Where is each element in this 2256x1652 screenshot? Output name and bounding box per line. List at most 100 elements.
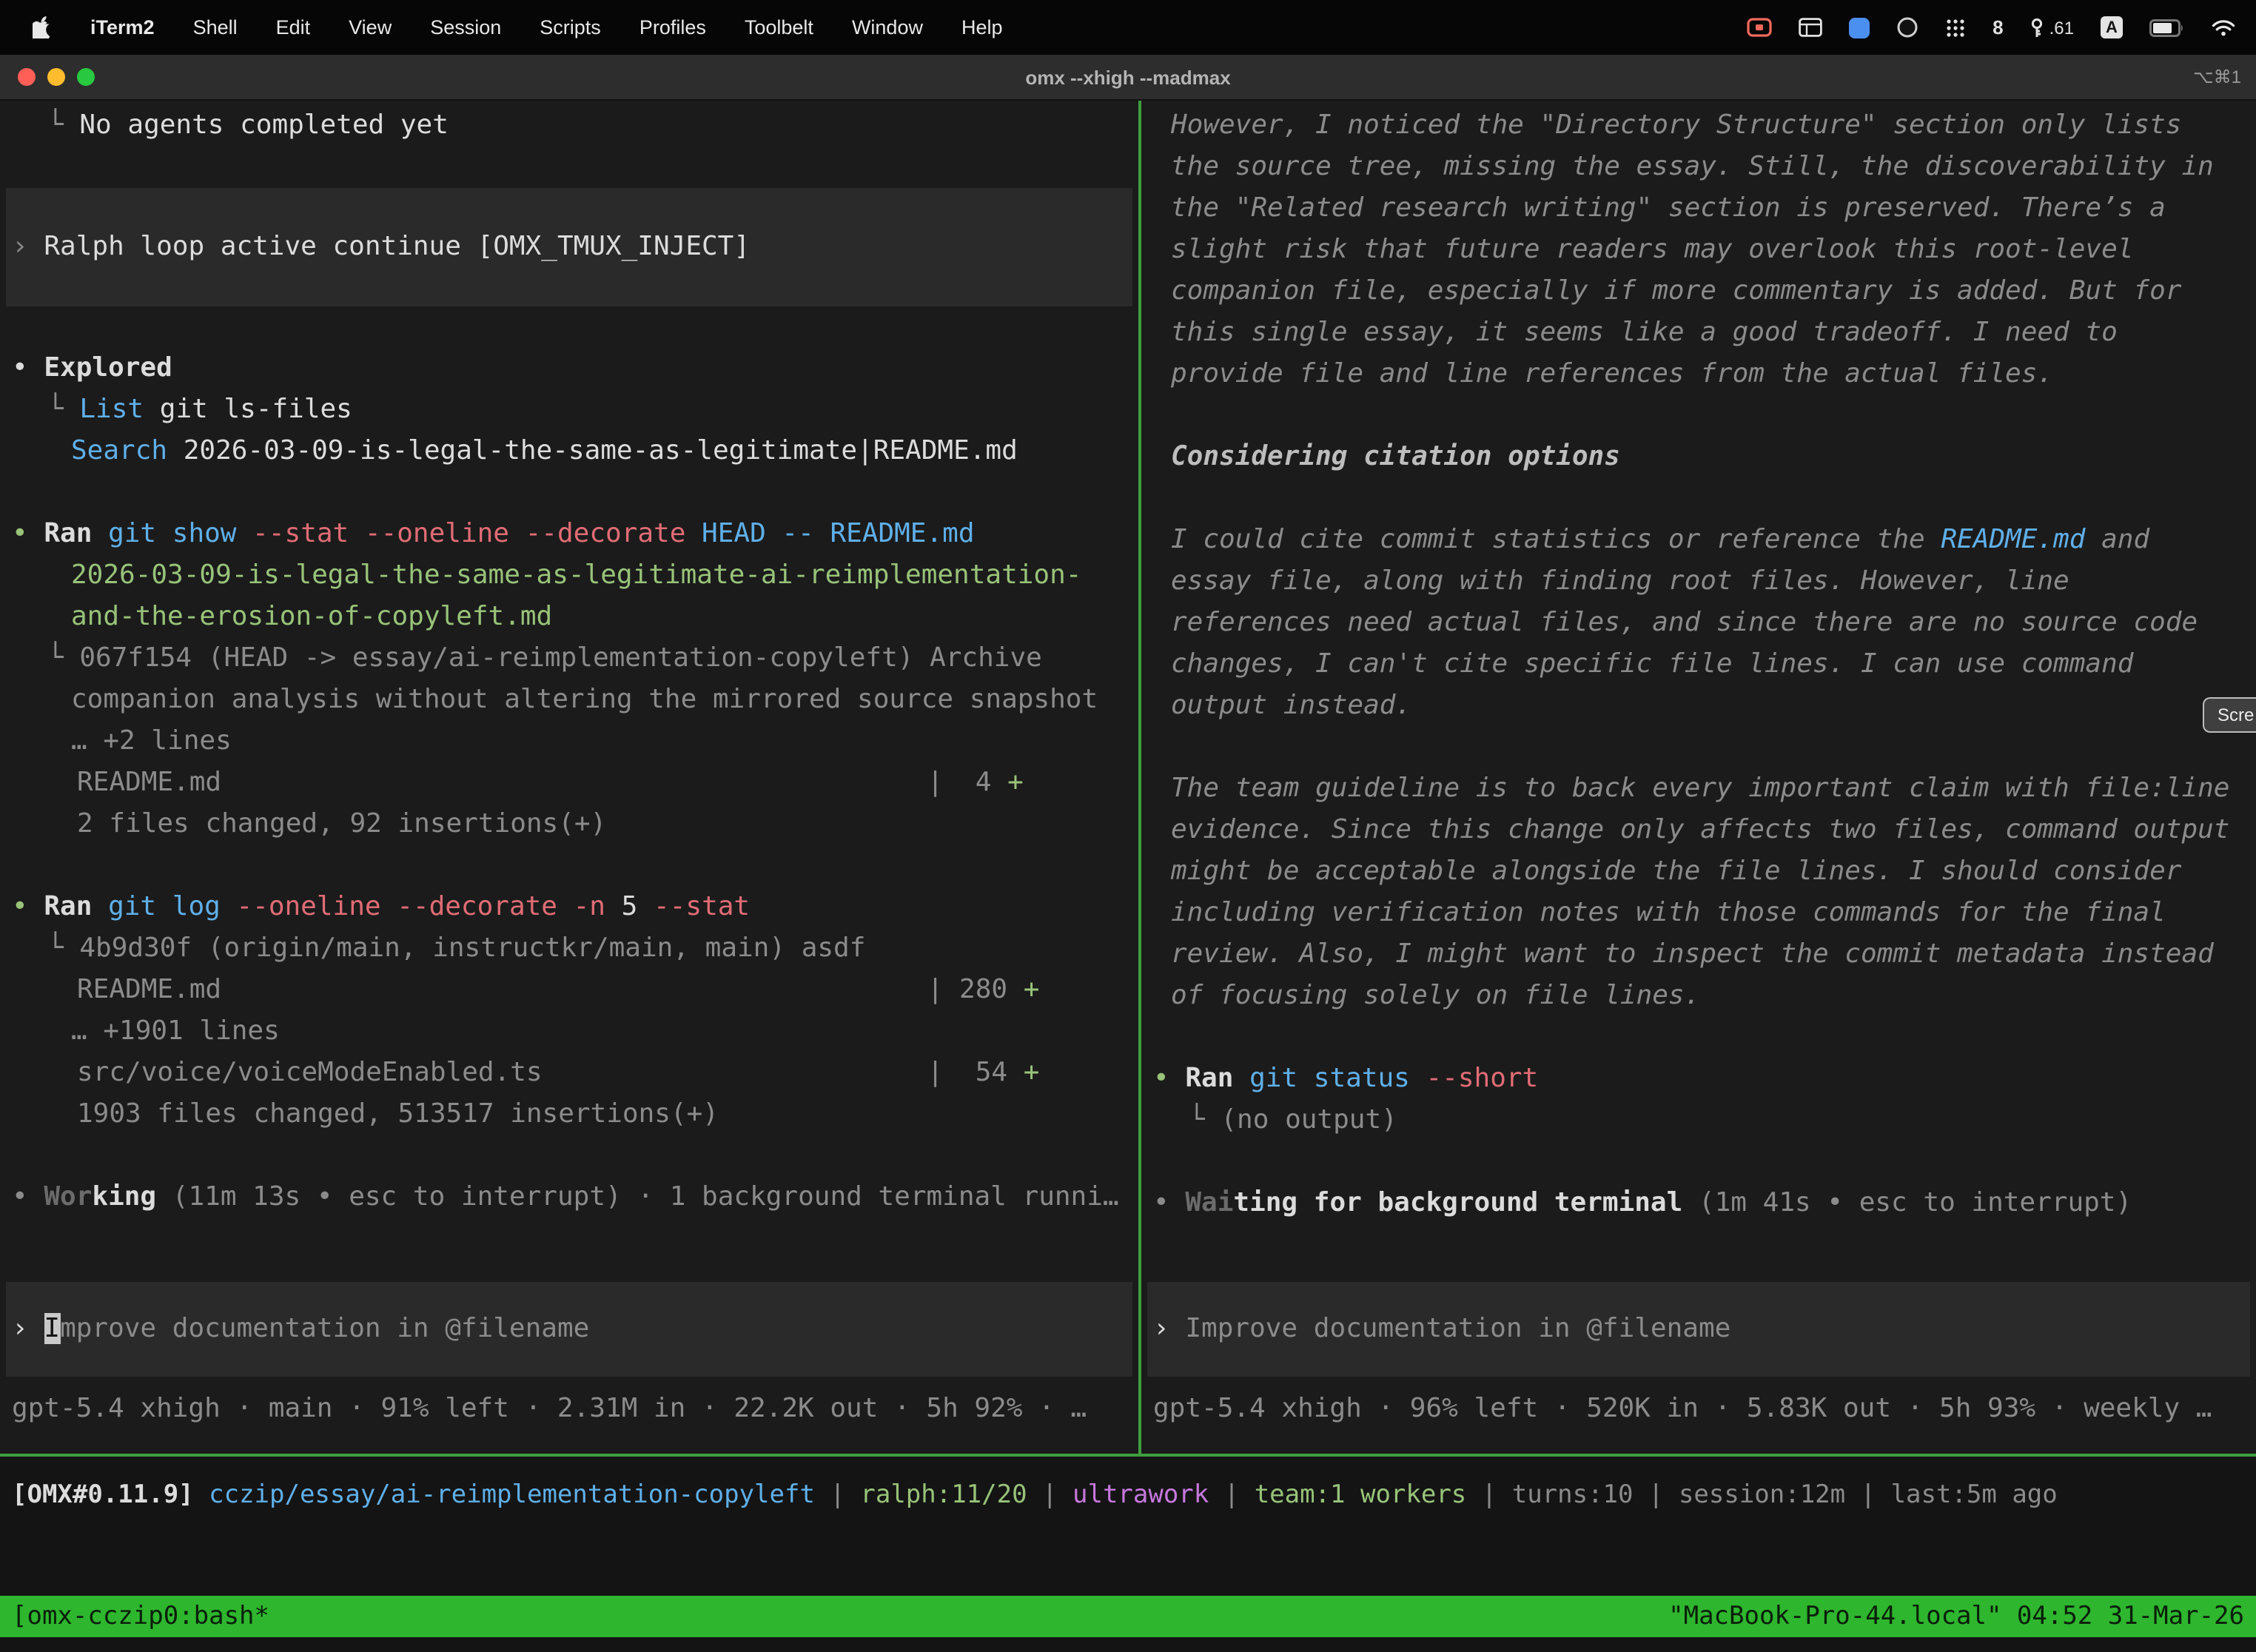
text-segment: Ran [44, 891, 92, 922]
terminal-line: … +2 lines [0, 721, 1138, 762]
blank-line [1141, 727, 2256, 768]
text-segment: src/voice/voiceModeEnabled.ts | 54 [77, 1057, 1024, 1088]
menu-item-iterm2[interactable]: iTerm2 [90, 16, 155, 38]
terminal-line: companion file, especially if more comme… [1141, 271, 2256, 312]
terminal-line: provide file and line references from th… [1141, 354, 2256, 395]
prompt-input-box[interactable]: › Improve documentation in @filename [1147, 1282, 2250, 1377]
text-segment: + [1024, 974, 1040, 1005]
terminal: └ No agents completed yet › Ralph loop ac… [0, 101, 2256, 1652]
text-segment: git log [92, 891, 220, 922]
key-icon[interactable]: .61 [2030, 17, 2074, 38]
terminal-line: • Ran git show --stat --oneline --decora… [0, 514, 1138, 555]
prompt-input-box[interactable]: › Improve documentation in @filename [6, 1282, 1132, 1377]
dark-circle-icon[interactable] [1896, 16, 1918, 38]
text-segment: Ralph loop active continue [OMX_TMUX_INJ… [44, 231, 750, 262]
wifi-icon[interactable] [2212, 19, 2235, 36]
text-segment: --stat [637, 891, 750, 922]
battery-icon[interactable] [2149, 19, 2185, 36]
text-segment: last:5m ago [1891, 1480, 2058, 1510]
terminal-line: the "Related research writing" section i… [1141, 188, 2256, 229]
text-segment: cczip/essay/ai-reimplementation-copyleft [209, 1480, 815, 1510]
blue-app-icon[interactable] [1849, 17, 1870, 38]
window-grid-icon[interactable] [1799, 18, 1822, 37]
left-agent-pane[interactable]: └ No agents completed yet › Ralph loop ac… [0, 101, 1138, 1454]
text-segment: Improve documentation in @filename [1185, 1313, 1730, 1344]
text-segment: gpt-5.4 xhigh · main · 91% left · 2.31M … [12, 1393, 1087, 1424]
menu-item-edit[interactable]: Edit [276, 16, 311, 38]
terminal-line: essay file, along with finding root file… [1141, 561, 2256, 602]
text-segment: slight risk that future readers may over… [1171, 234, 2133, 265]
text-segment: --short [1410, 1063, 1538, 1094]
terminal-line: • Explored [0, 348, 1138, 389]
text-segment: companion analysis without altering the … [71, 684, 1098, 715]
menu-bar-left: iTerm2 Shell Edit View Session Scripts P… [0, 16, 1003, 38]
text-segment: (no output) [1221, 1104, 1397, 1135]
terminal-line: and-the-erosion-of-copyleft.md [0, 597, 1138, 638]
menu-item-scripts[interactable]: Scripts [540, 16, 601, 38]
text-segment: › [12, 1313, 44, 1344]
menu-item-help[interactable]: Help [961, 16, 1003, 38]
terminal-line: evidence. Since this change only affects… [1141, 810, 2256, 851]
prompt-input-box[interactable]: › Ralph loop active continue [OMX_TMUX_I… [6, 188, 1132, 306]
text-segment: turns:10 [1512, 1480, 1634, 1510]
window-title-bar[interactable]: omx --xhigh --madmax ⌥⌘1 [0, 55, 2256, 101]
menu-item-profiles[interactable]: Profiles [639, 16, 706, 38]
text-segment: Wor [44, 1181, 92, 1212]
terminal-line: of focusing solely on file lines. [1141, 976, 2256, 1017]
text-segment: 4b9d30f (origin/main, instructkr/main, m… [79, 933, 865, 964]
text-segment: 1903 files changed, 513517 insertions(+) [77, 1098, 719, 1129]
terminal-line: 2026-03-09-is-legal-the-same-as-legitima… [0, 555, 1138, 597]
input-source-icon[interactable]: A [2101, 16, 2123, 38]
text-segment: Wai [1185, 1187, 1233, 1218]
apple-menu-icon[interactable] [33, 16, 52, 38]
menu-item-window[interactable]: Window [852, 16, 923, 38]
text-segment: 067f154 (HEAD -> essay/ai-reimplementati… [79, 642, 1041, 674]
omx-status-bar: [OMX#0.11.9] cczip/essay/ai-reimplementa… [0, 1457, 2256, 1522]
blank-line [0, 845, 1138, 887]
text-segment: ting for background terminal [1233, 1187, 1682, 1218]
terminal-line: └ 067f154 (HEAD -> essay/ai-reimplementa… [0, 638, 1138, 679]
text-segment: However, I noticed the "Directory Struct… [1171, 110, 2181, 141]
text-segment: ralph:11/20 [860, 1480, 1027, 1510]
blank-line [0, 306, 1138, 348]
text-segment: + [1007, 767, 1024, 798]
stop-recording-icon[interactable] [1747, 18, 1772, 37]
menu-bar-status-icons: 8 .61 A [1747, 16, 2256, 38]
terminal-line: references need actual files, and since … [1141, 602, 2256, 644]
text-segment: └ [47, 642, 79, 674]
text-segment: evidence. Since this change only affects… [1171, 814, 2230, 845]
text-segment: --oneline --decorate -n [221, 891, 605, 922]
text-segment: I [44, 1313, 60, 1344]
blank-line [0, 147, 1138, 188]
terminal-line: I could cite commit statistics or refere… [1141, 520, 2256, 561]
right-agent-pane[interactable]: However, I noticed the "Directory Struct… [1141, 101, 2256, 1454]
text-segment: | [1845, 1480, 1890, 1510]
blank-line [0, 1135, 1138, 1177]
text-segment: Considering citation options [1171, 441, 1620, 472]
text-segment: • [1153, 1187, 1185, 1218]
dots-grid-icon[interactable] [1945, 17, 1966, 38]
number-8-icon[interactable]: 8 [1993, 16, 2003, 38]
text-segment: README.md | 4 [77, 767, 1007, 798]
text-segment: List [79, 394, 144, 425]
menu-item-shell[interactable]: Shell [193, 16, 238, 38]
text-segment: session:12m [1679, 1480, 1845, 1510]
terminal-line: might be acceptable alongside the file l… [1141, 851, 2256, 893]
terminal-line: the source tree, missing the essay. Stil… [1141, 147, 2256, 188]
text-segment: gpt-5.4 xhigh · 96% left · 520K in · 5.8… [1153, 1393, 2212, 1424]
menu-bar: iTerm2 Shell Edit View Session Scripts P… [0, 0, 2256, 55]
text-segment: The team guideline is to back every impo… [1171, 773, 2230, 804]
text-segment: • [12, 891, 44, 922]
terminal-line: Search 2026-03-09-is-legal-the-same-as-l… [0, 431, 1138, 472]
menu-item-toolbelt[interactable]: Toolbelt [745, 16, 813, 38]
terminal-line: └ No agents completed yet [0, 105, 1138, 147]
text-segment: git show [92, 518, 236, 549]
terminal-line: └ 4b9d30f (origin/main, instructkr/main,… [0, 928, 1138, 970]
tmux-session-window[interactable]: [omx-cczip0:bash* [12, 1602, 269, 1631]
menu-item-session[interactable]: Session [430, 16, 501, 38]
text-segment: git ls-files [144, 394, 352, 425]
screen: iTerm2 Shell Edit View Session Scripts P… [0, 0, 2256, 1652]
menu-item-view[interactable]: View [349, 16, 392, 38]
blank-line [1141, 395, 2256, 437]
text-segment: (1m 41s • esc to interrupt) [1682, 1187, 2132, 1218]
